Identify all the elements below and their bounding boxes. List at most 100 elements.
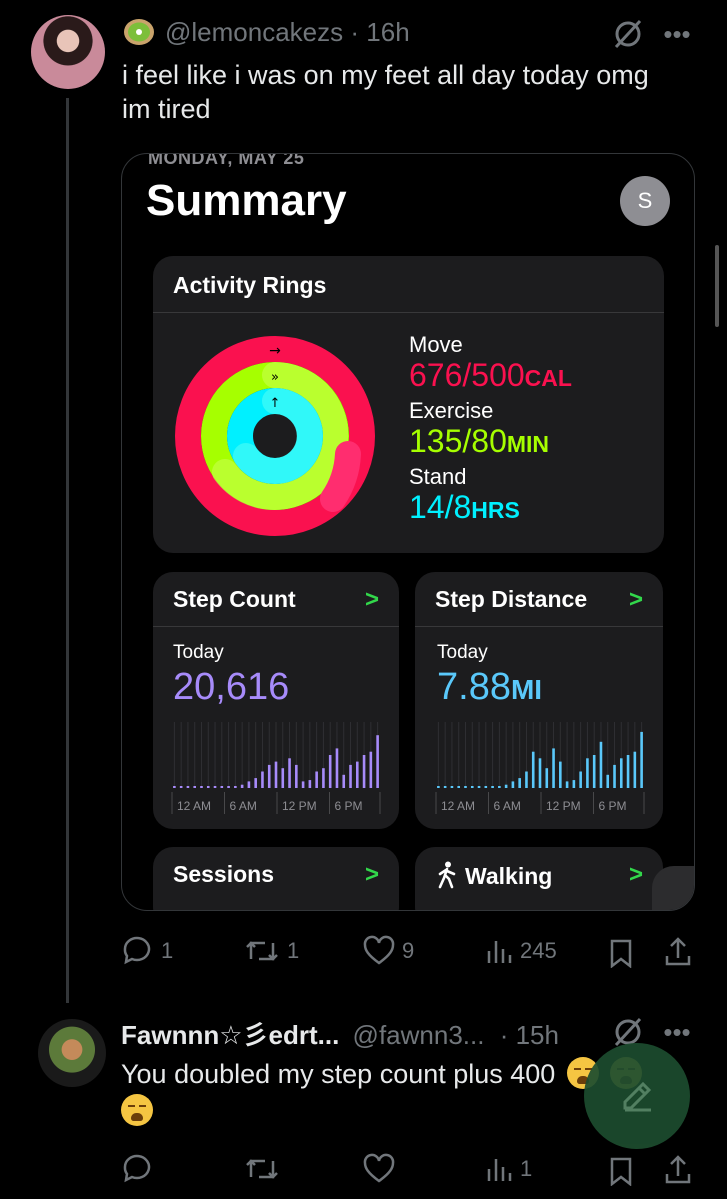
post-time[interactable]: 16h bbox=[366, 17, 409, 47]
reply-handle[interactable]: @fawnn3... bbox=[353, 1020, 485, 1050]
bookmark-icon[interactable] bbox=[606, 1155, 636, 1187]
more-icon[interactable]: ••• bbox=[662, 19, 692, 49]
histogram-bar bbox=[437, 786, 440, 788]
histogram-bar bbox=[200, 786, 203, 788]
post-image[interactable]: MONDAY, MAY 25 Summary S Activity Rings … bbox=[121, 153, 695, 911]
repost-icon[interactable] bbox=[243, 1153, 281, 1185]
corner-fold bbox=[652, 866, 694, 910]
summary-date: MONDAY, MAY 25 bbox=[148, 153, 305, 168]
chevron-right-icon: > bbox=[365, 861, 380, 888]
histogram-bar bbox=[240, 784, 244, 788]
walking-tile: Walking > bbox=[415, 847, 663, 910]
histogram-bar bbox=[640, 731, 643, 788]
reply-button[interactable]: 1 bbox=[121, 935, 173, 967]
axis-label: 6 AM bbox=[494, 799, 521, 813]
step-count-tile: Step Count > Today 20,616 12 AM 6 AM 12 PM… bbox=[153, 572, 399, 829]
reply-views-button[interactable]: 1 bbox=[484, 1153, 532, 1185]
reply-count: 1 bbox=[161, 938, 174, 963]
histogram-bar bbox=[376, 735, 379, 788]
svg-text:→: → bbox=[269, 343, 281, 359]
histogram-bar bbox=[518, 778, 521, 788]
bookmark-icon[interactable] bbox=[606, 937, 636, 969]
reply-icon[interactable] bbox=[121, 1153, 155, 1185]
scrollbar[interactable] bbox=[715, 245, 719, 327]
histogram-bar bbox=[464, 786, 467, 788]
repost-icon bbox=[246, 941, 278, 961]
stand-label: Stand bbox=[409, 464, 467, 489]
post-text-line2: im tired bbox=[122, 94, 211, 124]
svg-text:»: » bbox=[271, 370, 279, 385]
views-button[interactable]: 245 bbox=[484, 935, 557, 967]
histogram-bar bbox=[288, 758, 291, 788]
histogram-bar bbox=[206, 786, 210, 788]
divider bbox=[153, 312, 664, 313]
distance-unit: MI bbox=[510, 674, 543, 705]
avatar[interactable] bbox=[31, 15, 105, 89]
histogram-bar bbox=[525, 771, 528, 788]
move-value: 676/500 bbox=[409, 357, 525, 393]
histogram-bar bbox=[599, 741, 603, 788]
post-handle[interactable]: @lemoncakezs bbox=[165, 17, 343, 47]
stand-value: 14/8 bbox=[409, 489, 472, 525]
grok-icon[interactable] bbox=[612, 18, 644, 50]
summary-title: Summary bbox=[146, 176, 347, 225]
histogram-bar bbox=[254, 778, 257, 788]
histogram-bar bbox=[186, 786, 190, 788]
histogram-bar bbox=[315, 771, 318, 788]
chevron-right-icon: > bbox=[365, 586, 380, 613]
move-unit: CAL bbox=[524, 365, 572, 391]
reply-avatar[interactable] bbox=[38, 1019, 106, 1087]
histogram-bar bbox=[504, 784, 508, 788]
histogram-bar bbox=[477, 786, 481, 788]
histogram-bar bbox=[498, 786, 501, 788]
histogram-bar bbox=[274, 761, 278, 788]
axis-label: 12 AM bbox=[177, 799, 211, 813]
histogram-bar bbox=[538, 758, 542, 788]
histogram-bar bbox=[301, 781, 305, 788]
histogram-bar bbox=[179, 786, 183, 788]
histogram-bar bbox=[173, 786, 176, 788]
activity-rings-tile: Activity Rings → » ↑ Move 676/500CAL Exe… bbox=[153, 256, 664, 553]
divider bbox=[153, 626, 399, 627]
sessions-header: Sessions bbox=[173, 861, 274, 887]
histogram-bar bbox=[349, 764, 352, 788]
repost-button[interactable]: 1 bbox=[243, 935, 299, 967]
histogram-bar bbox=[511, 781, 515, 788]
histogram-bar bbox=[247, 781, 251, 788]
histogram-bar bbox=[234, 786, 237, 788]
histogram-bar bbox=[443, 786, 447, 788]
svg-text:↑: ↑ bbox=[270, 396, 281, 411]
histogram-bar bbox=[531, 751, 535, 788]
histogram-bar bbox=[193, 786, 197, 788]
heart-icon[interactable] bbox=[362, 1153, 396, 1185]
compose-button[interactable] bbox=[584, 1043, 690, 1149]
axis-label: 12 PM bbox=[282, 799, 317, 813]
stand-unit: HRS bbox=[471, 497, 520, 523]
like-count: 9 bbox=[402, 938, 415, 963]
step-distance-tile: Step Distance > Today 7.88MI 12 AM 6 AM 12… bbox=[415, 572, 663, 829]
repost-count: 1 bbox=[287, 938, 300, 963]
steps-histogram: 12 AM 6 AM 12 PM 6 PM bbox=[171, 722, 381, 814]
histogram-bar bbox=[491, 786, 494, 788]
histogram-bar bbox=[565, 781, 569, 788]
post-text-line1: i feel like i was on my feet all day tod… bbox=[122, 60, 649, 90]
like-button[interactable]: 9 bbox=[362, 935, 414, 967]
reply-name[interactable]: Fawnnn☆彡edrt... bbox=[121, 1020, 339, 1050]
exercise-unit: MIN bbox=[506, 431, 550, 457]
kiwi-badge-icon bbox=[123, 18, 155, 46]
histogram-bar bbox=[552, 748, 555, 788]
histogram-bar bbox=[450, 786, 454, 788]
distance-histogram: 12 AM 6 AM 12 PM 6 PM bbox=[435, 722, 645, 814]
histogram-bar bbox=[484, 786, 488, 788]
axis-label: 6 PM bbox=[599, 799, 627, 813]
thread-connector bbox=[66, 98, 69, 1003]
more-icon[interactable]: ••• bbox=[662, 1017, 692, 1047]
histogram-bar bbox=[342, 774, 346, 788]
histogram-bar bbox=[267, 764, 271, 788]
share-icon[interactable] bbox=[662, 1153, 694, 1187]
share-icon[interactable] bbox=[662, 935, 694, 969]
histogram-bar bbox=[579, 771, 582, 788]
histogram-bar bbox=[308, 780, 312, 788]
reply-time[interactable]: 15h bbox=[516, 1020, 559, 1050]
chevron-right-icon: > bbox=[629, 586, 644, 613]
